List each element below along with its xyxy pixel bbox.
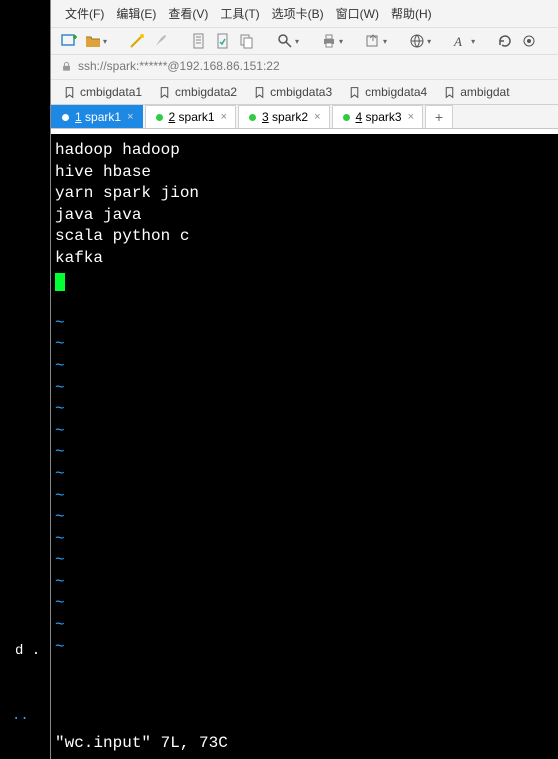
terminal[interactable]: hadoop hadoophive hbaseyarn spark jionja…: [51, 134, 558, 759]
close-tab-icon[interactable]: ×: [408, 111, 414, 123]
vim-empty-line: ~: [55, 313, 558, 335]
brush-icon[interactable]: [153, 33, 169, 49]
bookmark-item[interactable]: cmbigdata3: [247, 83, 338, 101]
vim-status-line: "wc.input" 7L, 73C: [55, 733, 228, 755]
status-dot-icon: [156, 114, 163, 121]
menu-window[interactable]: 窗口(W): [332, 3, 383, 24]
status-dot-icon: [249, 114, 256, 121]
session-tab[interactable]: 3 spark2 ×: [238, 105, 330, 128]
vim-empty-line: ~: [55, 637, 558, 659]
copy-icon[interactable]: [239, 33, 255, 49]
vim-empty-line: ~: [55, 378, 558, 400]
bookmark-icon: [348, 86, 361, 99]
bookmark-item[interactable]: cmbigdata2: [152, 83, 243, 101]
bookmark-icon: [253, 86, 266, 99]
new-tab-icon[interactable]: [61, 33, 77, 49]
vim-empty-line: ~: [55, 593, 558, 615]
terminal-line: kafka: [55, 248, 558, 270]
session-tab[interactable]: 4 spark3 ×: [332, 105, 424, 128]
bookmark-label: cmbigdata1: [80, 85, 142, 99]
menu-help[interactable]: 帮助(H): [387, 3, 436, 24]
refresh-icon[interactable]: [497, 33, 513, 49]
terminal-line: hadoop hadoop: [55, 140, 558, 162]
status-dot-icon: [343, 114, 350, 121]
font-icon[interactable]: A: [453, 33, 475, 49]
terminal-line: yarn spark jion: [55, 183, 558, 205]
wand-icon[interactable]: [129, 33, 145, 49]
address-bar: ssh://spark:******@192.168.86.151:22: [51, 55, 558, 80]
tab-strip: 1 spark1 × 2 spark1 × 3 spark2 × 4 spark…: [51, 105, 558, 129]
terminal-line: hive hbase: [55, 162, 558, 184]
tab-number: 1: [75, 110, 82, 124]
bookmark-item[interactable]: cmbigdata4: [342, 83, 433, 101]
vim-empty-line: ~: [55, 572, 558, 594]
menu-view[interactable]: 查看(V): [164, 3, 212, 24]
globe-icon[interactable]: [409, 33, 431, 49]
vim-empty-line: ~: [55, 550, 558, 572]
target-icon[interactable]: [521, 33, 537, 49]
tab-number: 3: [262, 110, 269, 124]
frag-dots: ..: [12, 708, 29, 724]
close-tab-icon[interactable]: ×: [127, 111, 133, 123]
add-tab-button[interactable]: +: [425, 105, 453, 128]
bookmark-label: cmbigdata3: [270, 85, 332, 99]
bookmark-bar: cmbigdata1 cmbigdata2 cmbigdata3 cmbigda…: [51, 80, 558, 105]
close-tab-icon[interactable]: ×: [221, 111, 227, 123]
bookmark-icon: [158, 86, 171, 99]
toolbar: A: [51, 28, 558, 55]
other-pane-strip: d . ..: [0, 0, 50, 759]
bookmark-icon: [63, 86, 76, 99]
menu-edit[interactable]: 编辑(E): [112, 3, 160, 24]
bookmark-label: ambigdat: [460, 85, 509, 99]
doc-check-icon[interactable]: [215, 33, 231, 49]
lock-icon: [61, 61, 72, 72]
vim-empty-line: ~: [55, 507, 558, 529]
menu-bar: 文件(F) 编辑(E) 查看(V) 工具(T) 选项卡(B) 窗口(W) 帮助(…: [51, 0, 558, 28]
bookmark-label: cmbigdata4: [365, 85, 427, 99]
cursor-icon: [55, 273, 65, 291]
open-icon[interactable]: [85, 33, 107, 49]
bookmark-label: cmbigdata2: [175, 85, 237, 99]
session-tab[interactable]: 2 spark1 ×: [145, 105, 237, 128]
vim-empty-line: ~: [55, 615, 558, 637]
tab-number: 4: [356, 110, 363, 124]
tab-label: spark3: [366, 110, 402, 124]
tab-number: 2: [169, 110, 176, 124]
tab-label: spark1: [85, 110, 121, 124]
doc-icon[interactable]: [191, 33, 207, 49]
menu-tools[interactable]: 工具(T): [216, 3, 263, 24]
vim-empty-line: ~: [55, 356, 558, 378]
bookmark-icon: [443, 86, 456, 99]
main-panel: 文件(F) 编辑(E) 查看(V) 工具(T) 选项卡(B) 窗口(W) 帮助(…: [50, 0, 558, 759]
vim-empty-line: ~: [55, 334, 558, 356]
printer-icon[interactable]: [321, 33, 343, 49]
terminal-cursor-line: [55, 270, 558, 292]
terminal-line: scala python c: [55, 226, 558, 248]
vim-empty-line: ~: [55, 399, 558, 421]
search-icon[interactable]: [277, 33, 299, 49]
vim-empty-line: ~: [55, 442, 558, 464]
frag-d: d .: [15, 643, 40, 659]
tab-label: spark1: [179, 110, 215, 124]
bookmark-item[interactable]: cmbigdata1: [57, 83, 148, 101]
menu-tabs[interactable]: 选项卡(B): [268, 3, 328, 24]
export-icon[interactable]: [365, 33, 387, 49]
vim-empty-line: ~: [55, 529, 558, 551]
menu-file[interactable]: 文件(F): [61, 3, 108, 24]
status-dot-icon: [62, 114, 69, 121]
address-text[interactable]: ssh://spark:******@192.168.86.151:22: [78, 59, 280, 73]
vim-empty-line: ~: [55, 421, 558, 443]
close-tab-icon[interactable]: ×: [314, 111, 320, 123]
terminal-line: java java: [55, 205, 558, 227]
vim-empty-line: ~: [55, 486, 558, 508]
tab-label: spark2: [272, 110, 308, 124]
vim-empty-line: ~: [55, 464, 558, 486]
bookmark-item[interactable]: ambigdat: [437, 83, 515, 101]
svg-text:A: A: [453, 34, 462, 49]
session-tab[interactable]: 1 spark1 ×: [51, 105, 143, 128]
